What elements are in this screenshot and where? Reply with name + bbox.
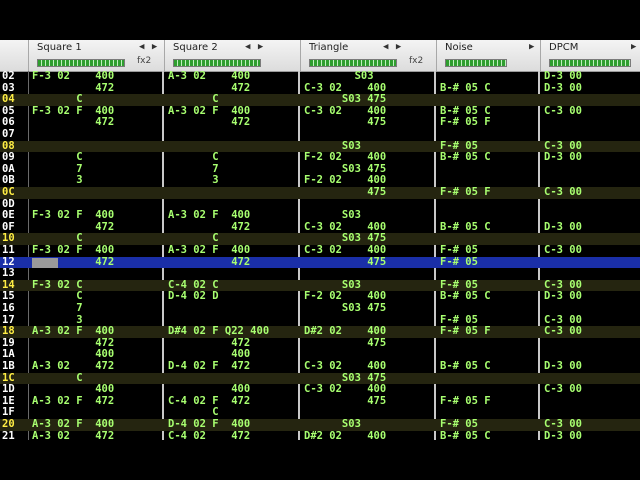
row-number: 16	[2, 302, 15, 314]
channel-volume-meter	[445, 59, 507, 67]
channel-volume-meter	[309, 59, 397, 67]
channel-cell[interactable]: 3	[168, 175, 250, 187]
channel-name: Square 1	[37, 42, 82, 53]
edit-cursor	[32, 257, 58, 268]
channel-cell[interactable]: B-# 05 C	[440, 360, 491, 373]
channel-cell[interactable]: D-3 00	[544, 70, 582, 83]
channel-cell[interactable]: F-3 02 400	[32, 70, 114, 83]
channel-cell[interactable]: S03 475	[304, 302, 386, 315]
channel-cell[interactable]: B-# 05 C	[440, 82, 491, 95]
channel-cell[interactable]: C-3 00	[544, 186, 582, 199]
channel-cell[interactable]: C-3 00	[544, 384, 582, 396]
channel-header-square2[interactable]: Square 2 ◀ ▶	[164, 40, 299, 71]
row-number: 07	[2, 128, 15, 140]
channel-cell[interactable]: A-3 02 472	[32, 430, 114, 440]
pattern-row[interactable]: 07	[0, 128, 640, 141]
channel-cell[interactable]: C-3 02 400	[304, 244, 386, 257]
channel-name: Triangle	[309, 42, 349, 53]
channel-cell[interactable]: B-# 05 C	[440, 152, 491, 164]
effect-columns-label[interactable]: fx2	[137, 56, 151, 66]
channel-volume-meter	[173, 59, 261, 67]
channel-cell[interactable]: 475	[304, 337, 386, 350]
row-number: 02	[2, 70, 15, 82]
effect-columns-label[interactable]: fx2	[409, 56, 423, 66]
channel-cell[interactable]: 475	[304, 186, 386, 199]
channel-cell[interactable]: F-3 02 F 400	[32, 244, 114, 257]
channel-cell[interactable]: F-# 05 F	[440, 117, 491, 129]
channel-cell[interactable]: 3	[32, 175, 114, 187]
channel-arrows-icon[interactable]: ▶	[529, 42, 535, 52]
channel-cell[interactable]: D-3 00	[544, 360, 582, 373]
row-number: 11	[2, 244, 15, 256]
channel-header-square1[interactable]: Square 1 ◀ ▶ fx2	[28, 40, 163, 71]
channel-cell[interactable]: B-# 05 C	[440, 430, 491, 440]
channel-arrows-icon[interactable]: ◀ ▶	[139, 42, 158, 52]
channel-cell[interactable]: 472	[168, 256, 250, 269]
channel-name: Square 2	[173, 42, 218, 53]
pattern-row[interactable]: 11 F-3 02 F 400 A-3 02 F 400 C-3 02 400 F-# …	[0, 244, 640, 257]
channel-cell[interactable]: 7	[32, 302, 114, 315]
channel-cell[interactable]: C-3 00	[544, 244, 582, 257]
row-number: 21	[2, 429, 15, 440]
channel-cell[interactable]: D-4 02 F 400	[168, 418, 250, 431]
channel-header: Square 1 ◀ ▶ fx2 Square 2 ◀ ▶ Triangle ◀…	[0, 40, 640, 72]
pattern-row[interactable]: 06 472 472 475 F-# 05 F	[0, 117, 640, 129]
pattern-row[interactable]: 1B A-3 02 472 D-4 02 F 472 C-3 02 400 B-# 05…	[0, 360, 640, 373]
channel-cell[interactable]: 472	[32, 117, 114, 129]
channel-header-dpcm[interactable]: DPCM ▶	[540, 40, 640, 71]
channel-cell[interactable]: D-4 02 F 472	[168, 360, 250, 373]
channel-cell[interactable]: D-3 00	[544, 430, 582, 440]
channel-cell[interactable]: 475	[304, 256, 386, 269]
pattern-grid[interactable]: 02 F-3 02 400 A-3 02 400 S03 D-3 00 03 472 …	[0, 70, 640, 440]
channel-cell[interactable]: C-4 02 472	[168, 430, 250, 440]
pattern-row[interactable]: 0C 475 F-# 05 F C-3 00	[0, 186, 640, 199]
channel-cell[interactable]: 472	[168, 117, 250, 129]
tracker-frame: Square 1 ◀ ▶ fx2 Square 2 ◀ ▶ Triangle ◀…	[0, 40, 640, 440]
pattern-row[interactable]: 02 F-3 02 400 A-3 02 400 S03 D-3 00	[0, 70, 640, 83]
channel-cell[interactable]: C-3 00	[544, 105, 582, 118]
channel-header-triangle[interactable]: Triangle ◀ ▶ fx2	[300, 40, 435, 71]
channel-cell[interactable]: D-3 00	[544, 82, 582, 95]
channel-cell[interactable]: A-3 02 400	[168, 70, 250, 83]
channel-cell[interactable]: A-3 02 F 400	[32, 418, 114, 431]
channel-cell[interactable]: D-3 00	[544, 221, 582, 234]
pattern-row[interactable]: 21 A-3 02 472 C-4 02 472 D#2 02 400 B-# 05 C…	[0, 429, 640, 440]
channel-cell[interactable]: F-# 05	[440, 418, 478, 431]
channel-cell[interactable]: 475	[304, 395, 386, 408]
channel-volume-meter	[549, 59, 631, 67]
channel-arrows-icon[interactable]: ◀ ▶	[383, 42, 402, 52]
channel-cell[interactable]: B-# 05 C	[440, 291, 491, 303]
channel-cell[interactable]: A-3 02 472	[32, 360, 114, 373]
channel-cell[interactable]: C-3 00	[544, 418, 582, 431]
row-number: 20	[2, 418, 15, 430]
channel-arrows-icon[interactable]: ◀ ▶	[245, 42, 264, 52]
channel-cell[interactable]: F-# 05	[440, 244, 478, 257]
row-number: 0C	[2, 186, 15, 198]
channel-cell[interactable]: F-# 05 F	[440, 326, 491, 338]
channel-cell[interactable]: 475	[304, 117, 386, 129]
channel-cell[interactable]: C-3 00	[544, 326, 582, 338]
channel-cell[interactable]: F-# 05	[440, 256, 478, 269]
channel-cell[interactable]	[168, 303, 250, 315]
channel-arrows-icon[interactable]: ▶	[631, 42, 637, 52]
channel-cell[interactable]: S03	[304, 418, 386, 431]
channel-name: Noise	[445, 42, 473, 53]
pattern-row[interactable]: 12 472 472 475 F-# 05	[0, 256, 640, 269]
channel-cell[interactable]: F-# 05 F	[440, 395, 491, 408]
channel-cell[interactable]: A-3 02 F 400	[168, 244, 250, 257]
channel-cell[interactable]: D-3 00	[544, 291, 582, 303]
channel-header-noise[interactable]: Noise ▶	[436, 40, 539, 71]
channel-cell[interactable]: D-3 00	[544, 152, 582, 164]
channel-cell[interactable]: S03	[304, 70, 386, 83]
pattern-row[interactable]: 20 A-3 02 F 400 D-4 02 F 400 S03 F-# 05 C-3…	[0, 418, 640, 431]
channel-cell[interactable]: D#2 02 400	[304, 430, 386, 440]
channel-volume-meter	[37, 59, 125, 67]
channel-name: DPCM	[549, 42, 579, 53]
channel-cell[interactable]: B-# 05 C	[440, 221, 491, 234]
channel-cell[interactable]: F-# 05 F	[440, 186, 491, 199]
row-number: 1B	[2, 360, 15, 372]
channel-cell[interactable]: C-3 02 400	[304, 360, 386, 373]
pattern-row[interactable]: 16 7 S03 475	[0, 302, 640, 315]
